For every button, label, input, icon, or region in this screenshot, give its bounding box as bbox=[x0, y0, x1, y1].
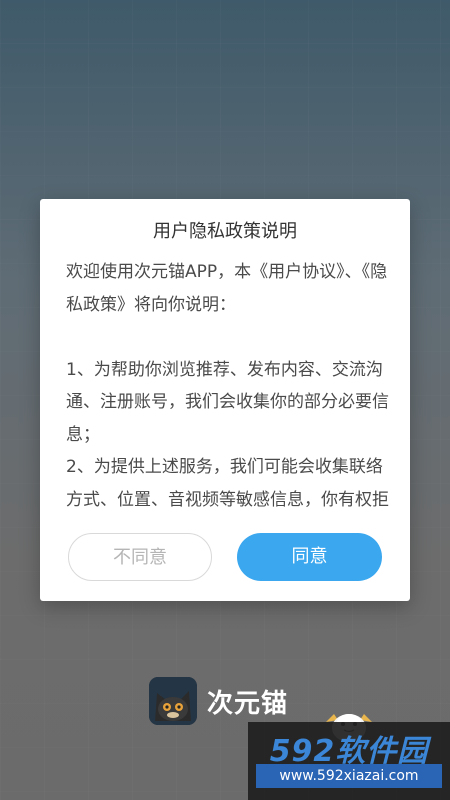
dialog-paragraph-item-1: 1、为帮助你浏览推荐、发布内容、交流沟通、注册账号，我们会收集你的部分必要信息； bbox=[66, 359, 389, 445]
watermark: 592软件园 www.592xiazai.com bbox=[248, 722, 450, 800]
dialog-body[interactable]: 欢迎使用次元锚APP，本《用户协议》、《隐私政策》将向你说明： 1、为帮助你浏览… bbox=[66, 256, 396, 518]
watermark-url: www.592xiazai.com bbox=[256, 764, 442, 788]
dialog-title: 用户隐私政策说明 bbox=[153, 221, 297, 242]
dialog-paragraph-blank bbox=[66, 321, 396, 354]
dialog-paragraph-item-2: 2、为提供上述服务，我们可能会收集联络方式、位置、音视频等敏感信息，你有权拒绝或… bbox=[66, 457, 389, 510]
app-logo: 次元锚 bbox=[149, 677, 288, 725]
cat-logo-icon bbox=[149, 677, 197, 725]
dialog-paragraph-intro: 欢迎使用次元锚APP，本《用户协议》、《隐私政策》将向你说明： bbox=[66, 262, 388, 315]
agree-button[interactable]: 同意 bbox=[237, 533, 382, 581]
privacy-policy-dialog: 用户隐私政策说明 欢迎使用次元锚APP，本《用户协议》、《隐私政策》将向你说明：… bbox=[40, 199, 410, 601]
disagree-button[interactable]: 不同意 bbox=[68, 533, 212, 581]
app-name: 次元锚 bbox=[207, 688, 289, 719]
